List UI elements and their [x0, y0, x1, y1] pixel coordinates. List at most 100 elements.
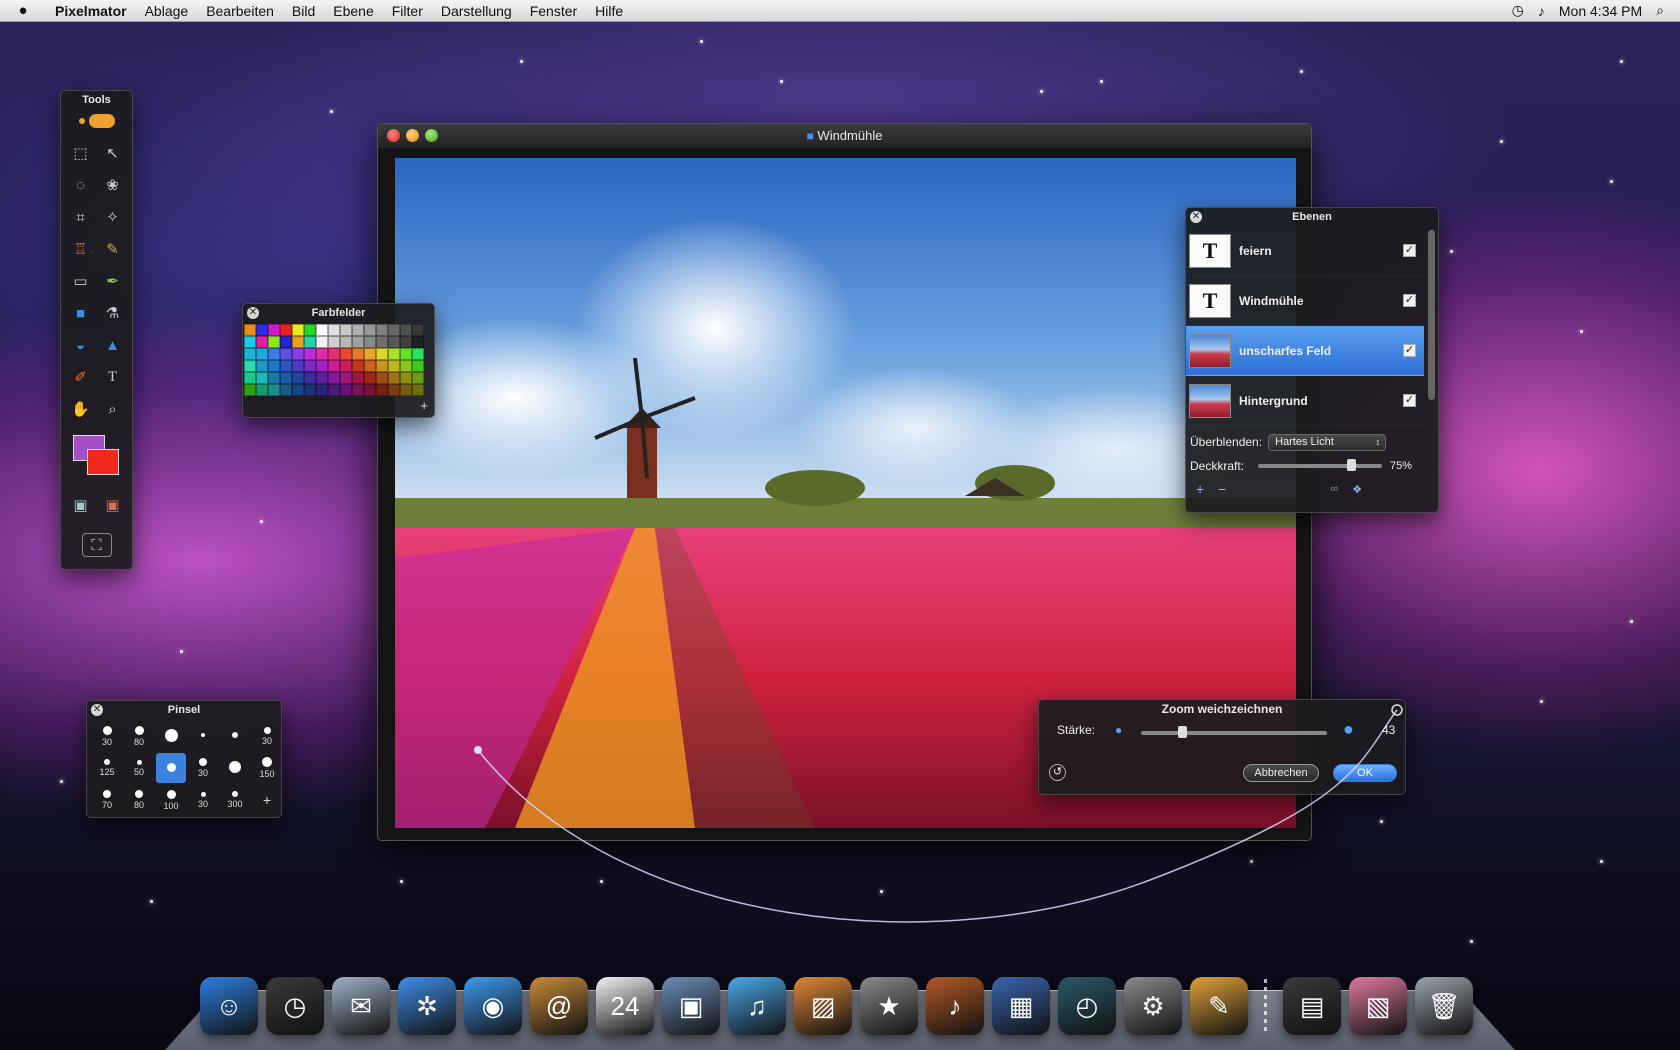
- color-swatch[interactable]: [376, 324, 388, 336]
- color-swatch[interactable]: [244, 384, 256, 396]
- brush-preset[interactable]: 125: [92, 753, 122, 783]
- stamp-tool-icon[interactable]: ♖: [65, 233, 97, 265]
- time-machine-icon[interactable]: ◴: [1058, 977, 1116, 1035]
- color-swatch[interactable]: [412, 348, 424, 360]
- brush-preset[interactable]: [156, 753, 186, 783]
- spotlight-icon[interactable]: ⌕: [1656, 2, 1664, 19]
- layer-list-scrollbar[interactable]: [1428, 230, 1435, 400]
- close-swatches-button[interactable]: ✕: [247, 307, 259, 319]
- color-swatch[interactable]: [376, 372, 388, 384]
- color-swatch[interactable]: [256, 324, 268, 336]
- color-swatch[interactable]: [256, 360, 268, 372]
- color-swatch[interactable]: [340, 324, 352, 336]
- imovie-icon[interactable]: ★: [860, 977, 918, 1035]
- color-swatch[interactable]: [400, 372, 412, 384]
- layer-visibility-checkbox[interactable]: ✓: [1403, 394, 1416, 407]
- color-swatch[interactable]: [364, 384, 376, 396]
- color-swatch[interactable]: [292, 324, 304, 336]
- color-swatch[interactable]: [352, 324, 364, 336]
- quick-mask-icon[interactable]: ▣: [97, 489, 129, 521]
- brush-preset[interactable]: 70: [92, 785, 122, 815]
- color-swatch[interactable]: [376, 348, 388, 360]
- color-swatch[interactable]: [352, 348, 364, 360]
- strength-slider[interactable]: [1141, 726, 1327, 738]
- color-swatch[interactable]: [400, 348, 412, 360]
- mail-icon[interactable]: ✉: [332, 977, 390, 1035]
- color-swatch[interactable]: [388, 336, 400, 348]
- color-swatch[interactable]: [340, 348, 352, 360]
- color-swatch[interactable]: [304, 324, 316, 336]
- color-swatch[interactable]: [412, 360, 424, 372]
- color-swatch[interactable]: [316, 360, 328, 372]
- layer-row[interactable]: Hintergrund ✓: [1186, 376, 1424, 426]
- color-swatch[interactable]: [316, 384, 328, 396]
- color-swatch[interactable]: [412, 324, 424, 336]
- close-brush-panel-button[interactable]: ✕: [91, 704, 103, 716]
- color-swatch[interactable]: [364, 360, 376, 372]
- ical-icon[interactable]: 24: [596, 977, 654, 1035]
- gradient-tool-icon[interactable]: ■: [65, 297, 97, 329]
- background-color-well[interactable]: [86, 449, 119, 475]
- trash-icon[interactable]: 🗑: [1415, 977, 1473, 1035]
- color-swatch[interactable]: [328, 384, 340, 396]
- menu-fenster[interactable]: Fenster: [521, 0, 586, 22]
- color-swatch[interactable]: [328, 360, 340, 372]
- color-swatch[interactable]: [388, 348, 400, 360]
- iphoto-icon[interactable]: ▨: [794, 977, 852, 1035]
- remove-layer-button[interactable]: −: [1218, 481, 1226, 497]
- color-swatch[interactable]: [256, 372, 268, 384]
- blend-mode-select[interactable]: Hartes Licht ↕: [1268, 433, 1387, 451]
- opacity-slider-knob[interactable]: [1347, 459, 1357, 471]
- documents-stack-icon[interactable]: ▤: [1283, 977, 1341, 1035]
- color-swatch[interactable]: [352, 336, 364, 348]
- apple-menu-icon[interactable]: ●: [0, 2, 46, 19]
- brush-preset[interactable]: 150: [252, 753, 282, 783]
- layer-row[interactable]: Tfeiern ✓: [1186, 226, 1424, 276]
- volume-icon[interactable]: ♪: [1538, 3, 1545, 19]
- color-swatch[interactable]: [352, 384, 364, 396]
- eyedropper-tool-icon[interactable]: ✐: [65, 361, 97, 393]
- color-swatch[interactable]: [268, 348, 280, 360]
- layer-visibility-checkbox[interactable]: ✓: [1403, 344, 1416, 357]
- time-machine-menu-icon[interactable]: ◷: [1512, 2, 1524, 19]
- brush-preset[interactable]: [220, 753, 250, 783]
- brush-preset[interactable]: [156, 721, 186, 751]
- color-swatch[interactable]: [364, 324, 376, 336]
- color-swatch[interactable]: [268, 372, 280, 384]
- lasso-tool-icon[interactable]: ❀: [97, 169, 129, 201]
- color-swatch[interactable]: [280, 384, 292, 396]
- color-swatch[interactable]: [376, 336, 388, 348]
- layer-settings-icon[interactable]: ❖: [1352, 483, 1362, 496]
- standard-mode-icon[interactable]: ▣: [65, 489, 97, 521]
- color-swatch[interactable]: [292, 372, 304, 384]
- brush-preset[interactable]: 30: [92, 721, 122, 751]
- brush-preset[interactable]: 30: [188, 785, 218, 815]
- color-swatch[interactable]: [400, 384, 412, 396]
- color-swatch[interactable]: [268, 360, 280, 372]
- color-swatch[interactable]: [244, 360, 256, 372]
- cancel-button[interactable]: Abbrechen: [1243, 764, 1319, 782]
- paint-bucket-tool-icon[interactable]: ⚗: [97, 297, 129, 329]
- layer-visibility-checkbox[interactable]: ✓: [1403, 294, 1416, 307]
- color-swatch[interactable]: [256, 348, 268, 360]
- link-layer-icon[interactable]: ∞: [1330, 483, 1338, 495]
- color-swatch[interactable]: [340, 384, 352, 396]
- color-swatch[interactable]: [268, 336, 280, 348]
- dashboard-icon[interactable]: ◷: [266, 977, 324, 1035]
- color-swatch[interactable]: [316, 372, 328, 384]
- add-swatch-button[interactable]: +: [420, 398, 428, 413]
- color-swatch[interactable]: [304, 372, 316, 384]
- reset-button[interactable]: ↺: [1049, 764, 1066, 781]
- menu-ebene[interactable]: Ebene: [324, 0, 382, 22]
- color-swatch[interactable]: [352, 372, 364, 384]
- ellipse-marquee-tool-icon[interactable]: ◌: [65, 169, 97, 201]
- color-swatch[interactable]: [316, 336, 328, 348]
- pencil-tool-icon[interactable]: ✎: [97, 233, 129, 265]
- color-swatch[interactable]: [280, 360, 292, 372]
- hand-tool-icon[interactable]: ✋: [65, 393, 97, 425]
- brush-preset[interactable]: 100: [156, 785, 186, 815]
- color-swatch[interactable]: [388, 372, 400, 384]
- color-swatch[interactable]: [244, 324, 256, 336]
- color-swatch[interactable]: [292, 348, 304, 360]
- address-book-icon[interactable]: @: [530, 977, 588, 1035]
